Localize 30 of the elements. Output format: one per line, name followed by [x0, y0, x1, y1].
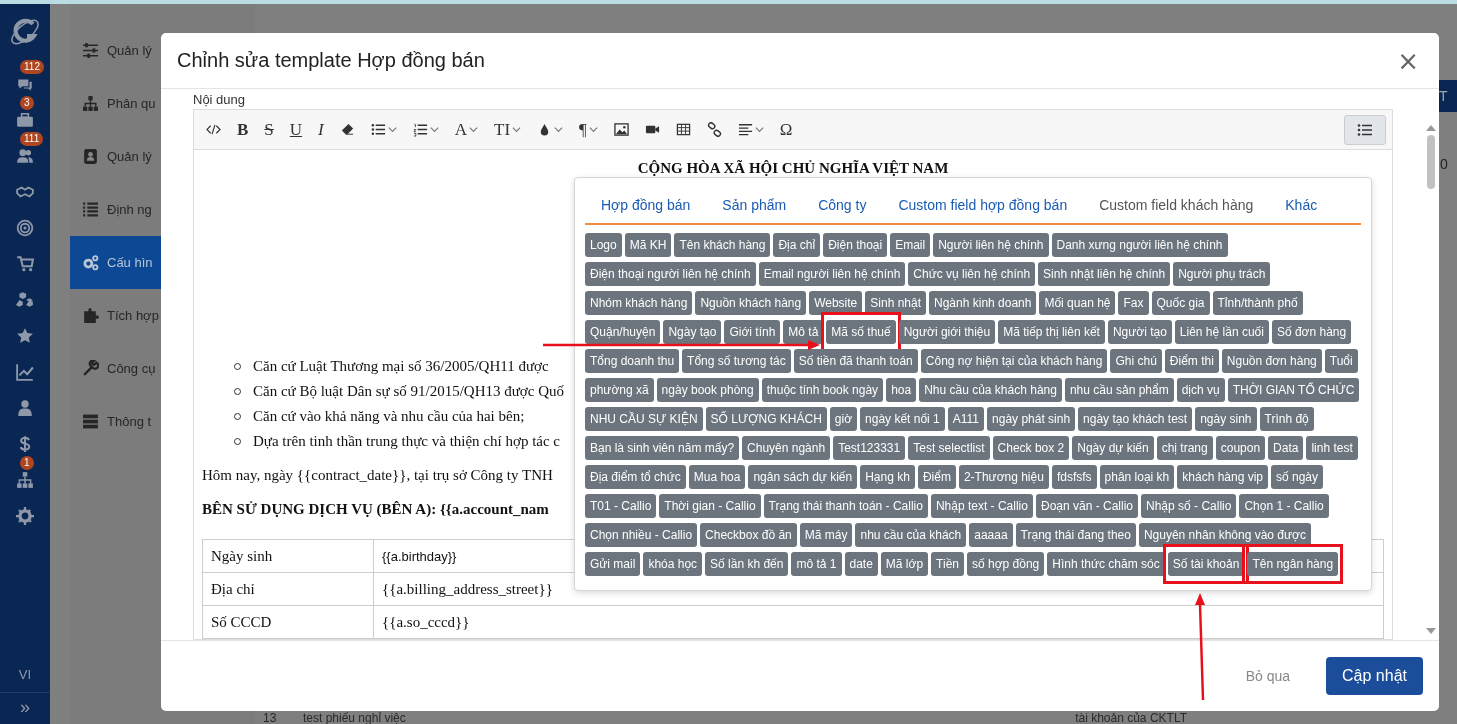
table-cell: test phiếu nghỉ việc	[303, 712, 406, 724]
menu-item-label: Quản lý	[107, 43, 152, 58]
table-cell: Ngày sinh	[202, 539, 374, 573]
document-heading: CỘNG HÒA XÃ HỘI CHỦ NGHĨA VIỆT NAM	[637, 160, 949, 178]
page-value: 0	[1440, 156, 1449, 172]
list-item-text: Căn cứ vào khả năng và nhu cầu của hai bên;	[253, 408, 525, 425]
field-label: Nội dung	[193, 91, 247, 109]
menu-item-label: Thông t	[107, 414, 152, 429]
menu-item-label: Cấu hìn	[107, 255, 153, 270]
party-heading: BÊN SỬ DỤNG DỊCH VỤ (BÊN A): {{a.account_nam	[202, 501, 549, 519]
table-cell: {{a.so_cccd}}	[373, 605, 1384, 639]
list-item-text: Căn cứ Bộ luật Dân sự số 91/2015/QH13 được Quố	[253, 383, 565, 400]
count-badge: 112	[20, 60, 44, 74]
table-cell: tài khoản của CKTLT	[1075, 712, 1187, 724]
table-cell: Địa chỉ	[202, 572, 374, 606]
dialog-title: Chỉnh sửa template Hợp đồng bán	[177, 49, 485, 72]
table-cell-text: 13	[263, 712, 278, 724]
menu-item-label: Định ng	[107, 202, 152, 217]
count-badge: 1	[20, 456, 34, 470]
paragraph: Hôm nay, ngày {{contract_date}}, tại trụ sở Công ty TNH	[202, 467, 553, 485]
count-badge: 3	[20, 96, 34, 110]
menu-item-label: Tích hợp	[107, 308, 159, 323]
language-label: VI	[18, 666, 32, 684]
menu-item-label: Quản lý	[107, 149, 152, 164]
count-badge: 111	[20, 132, 44, 146]
menu-item-label: Phân qu	[107, 96, 156, 111]
table-cell: Số CCCD	[202, 605, 374, 639]
list-item-text: Căn cứ Luật Thương mại số 36/2005/QH11 được	[253, 358, 549, 375]
menu-item-label: Công cụ	[107, 361, 156, 376]
list-item-text: Dựa trên tinh thần trung thực và thiện chí hợp tác c	[253, 433, 561, 450]
